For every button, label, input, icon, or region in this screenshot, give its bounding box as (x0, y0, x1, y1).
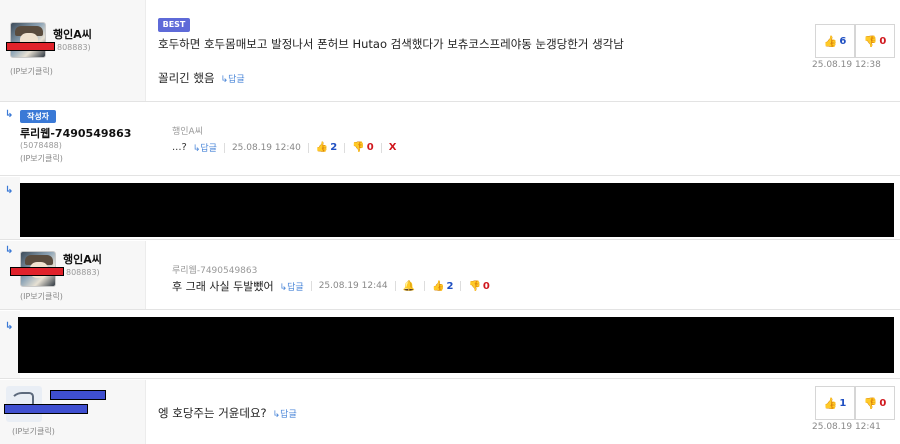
reply-row: ↳ (0, 311, 900, 379)
reply-meta: 후 그래 사실 두발뺐어 ↳답글 25.08.19 12:44 🔔 👍 2 👎 0 (172, 278, 490, 294)
mention-name: 행인A씨 (172, 127, 203, 137)
ip-view-link[interactable]: (IP보기클릭) (20, 291, 63, 302)
timestamp: 25.08.19 12:41 (812, 422, 881, 432)
reply-link[interactable]: ↳답글 (221, 75, 245, 85)
writer-badge: 작성자 (20, 110, 56, 123)
author-nick[interactable]: 루리웹-7490549863 (20, 125, 131, 141)
comment-text: 꼴리긴 했음 ↳답글 (158, 70, 245, 86)
timestamp: 25.08.19 12:38 (812, 60, 881, 70)
best-badge: BEST (158, 18, 190, 32)
ip-view-link[interactable]: (IP보기클릭) (12, 426, 55, 437)
downvote-count: 0 (879, 397, 887, 409)
reply-arrow-icon: ↳ (5, 245, 14, 256)
thumb-down-icon: 👎 (863, 396, 878, 410)
thumb-up-icon: 👍 (432, 280, 445, 292)
author-panel: (IP보기클릭) (0, 380, 146, 444)
comment-text: 엥 호당주는 거윤데요? ↳답글 (158, 405, 297, 421)
reply-arrow-icon: ↳ (5, 109, 14, 120)
redaction-block (20, 183, 894, 237)
thumb-up-icon: 👍 (315, 142, 329, 153)
comment-line: 엥 호당주는 거윤데요? (158, 406, 267, 420)
redaction-mark (50, 390, 106, 400)
ip-view-link[interactable]: (IP보기클릭) (10, 66, 53, 77)
comment-line: 호두하면 호두몸매보고 발정나서 폰허브 Hutao 검색했다가 보츄코스프레야… (158, 37, 624, 51)
reply-link[interactable]: ↳답글 (280, 280, 304, 293)
thumb-down-icon: 👎 (468, 280, 481, 292)
thumb-down-icon: 👎 (863, 34, 878, 48)
upvote-button[interactable]: 👍 6 (815, 24, 855, 58)
upvote-count: 2 (330, 142, 338, 153)
redaction-mark (6, 42, 55, 51)
comment-text: 후 그래 사실 두발뺐어 (172, 280, 274, 293)
downvote-button[interactable]: 👎 0 (468, 281, 489, 292)
downvote-count: 0 (879, 35, 887, 47)
reply-row: ↳ 행인A씨 808883) (IP보기클릭) 루리웹-7490549863 후… (0, 241, 900, 310)
redaction-mark (10, 267, 64, 276)
downvote-button[interactable]: 👎 0 (352, 142, 373, 153)
author-panel: 행인A씨 808883) (IP보기클릭) (0, 0, 146, 101)
avatar[interactable] (10, 22, 46, 58)
downvote-button[interactable]: 👎 0 (855, 24, 895, 58)
comment-row: 행인A씨 808883) (IP보기클릭) BEST 호두하면 호두몸매보고 발… (0, 0, 900, 102)
reply-arrow-icon: ↳ (5, 185, 14, 196)
redaction-mark (4, 404, 88, 414)
bell-icon[interactable]: 🔔 (403, 281, 415, 292)
reply-arrow-icon: ↳ (5, 321, 14, 332)
thumb-down-icon: 👎 (352, 142, 365, 153)
reply-row: ↳ (0, 177, 900, 240)
upvote-button[interactable]: 👍 1 (815, 386, 855, 420)
author-nick[interactable]: 행인A씨 (53, 26, 92, 42)
reply-link[interactable]: ↳답글 (193, 141, 217, 154)
mention-name: 루리웹-7490549863 (172, 266, 258, 276)
upvote-button[interactable]: 👍 2 (432, 281, 453, 292)
comment-text: 호두하면 호두몸매보고 발정나서 폰허브 Hutao 검색했다가 보츄코스프레야… (158, 36, 624, 52)
downvote-count: 0 (482, 280, 490, 292)
comment-line: 꼴리긴 했음 (158, 71, 215, 85)
downvote-button[interactable]: 👎 0 (855, 386, 895, 420)
redaction-block (18, 317, 894, 373)
comment-text: ...? (172, 142, 187, 153)
upvote-count: 1 (839, 397, 847, 409)
upvote-count: 2 (446, 280, 454, 292)
timestamp: 25.08.19 12:44 (318, 281, 388, 291)
author-nick[interactable]: 행인A씨 (63, 251, 102, 267)
thumb-up-icon: 👍 (823, 34, 838, 48)
reply-link[interactable]: ↳답글 (273, 410, 297, 420)
reply-row: ↳ 작성자 루리웹-7490549863 (5078488) (IP보기클릭) … (0, 103, 900, 176)
reply-meta: ...? ↳답글 25.08.19 12:40 👍 2 👎 0 X (172, 141, 396, 154)
author-uid: (5078488) (20, 141, 62, 150)
timestamp: 25.08.19 12:40 (231, 142, 301, 153)
upvote-button[interactable]: 👍 2 (316, 142, 337, 153)
delete-button[interactable]: X (389, 142, 397, 153)
upvote-count: 6 (839, 35, 847, 47)
comment-row: (IP보기클릭) 엥 호당주는 거윤데요? ↳답글 👍 1 👎 0 25.08.19 … (0, 380, 900, 444)
downvote-count: 0 (366, 142, 374, 153)
thumb-up-icon: 👍 (823, 396, 838, 410)
ip-view-link[interactable]: (IP보기클릭) (20, 153, 63, 164)
author-uid: 808883) (66, 268, 100, 277)
author-uid: 808883) (57, 43, 91, 52)
